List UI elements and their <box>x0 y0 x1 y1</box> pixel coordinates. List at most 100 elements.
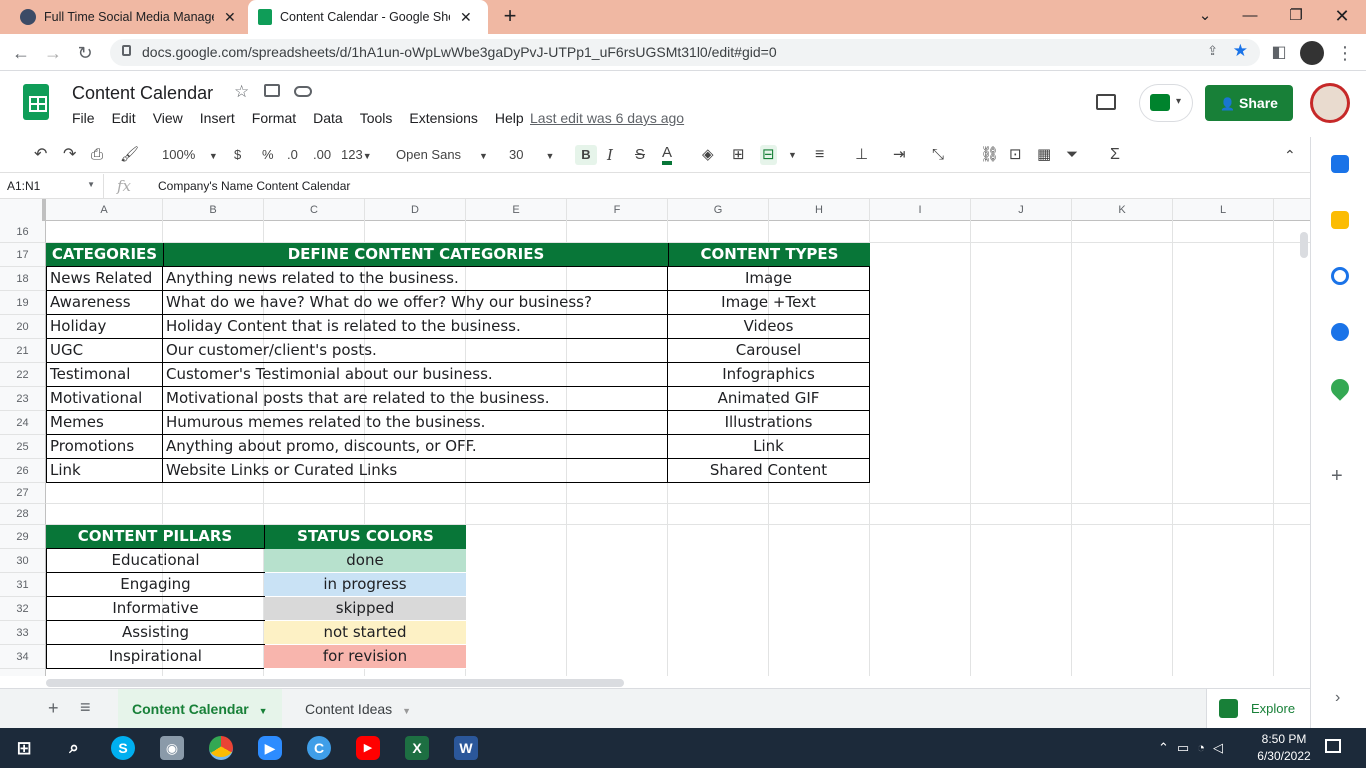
close-tab-icon[interactable]: ✕ <box>224 9 236 26</box>
tab-search-icon[interactable]: ⌄ <box>1185 4 1225 28</box>
star-icon[interactable]: ☆ <box>234 82 249 102</box>
more-formats-button[interactable]: 123▼ <box>341 145 372 165</box>
system-tray-icons[interactable]: ⌃▭◔◁ <box>1158 740 1231 756</box>
category-cell[interactable]: Promotions <box>46 434 163 459</box>
sheets-logo-icon[interactable] <box>23 84 49 120</box>
menu-view[interactable]: View <box>153 110 183 126</box>
content-type-cell[interactable]: Illustrations <box>667 410 870 435</box>
chrome-menu-icon[interactable]: ⋮ <box>1332 40 1358 66</box>
notifications-icon[interactable] <box>1325 739 1341 753</box>
definition-cell[interactable]: Anything news related to the business. <box>162 266 668 291</box>
menu-edit[interactable]: Edit <box>112 110 136 126</box>
increase-decimal-button[interactable]: .00 <box>313 145 331 165</box>
calendar-icon[interactable] <box>1331 155 1349 173</box>
text-rotate-icon[interactable]: ⤡ <box>932 145 944 165</box>
word-icon[interactable]: W <box>454 736 478 760</box>
definition-cell[interactable]: Customer's Testimonial about our busines… <box>162 362 668 387</box>
row-header-27[interactable]: 27 <box>0 483 46 504</box>
row-header-30[interactable]: 30 <box>0 549 46 573</box>
category-cell[interactable]: Testimonal <box>46 362 163 387</box>
content-type-cell[interactable]: Image +Text <box>667 290 870 315</box>
select-all-corner[interactable] <box>0 199 46 221</box>
align-vertical-icon[interactable]: ⊥ <box>855 145 868 165</box>
menu-tools[interactable]: Tools <box>360 110 393 126</box>
content-type-cell[interactable]: Animated GIF <box>667 386 870 411</box>
close-tab-icon[interactable]: ✕ <box>460 9 472 26</box>
definition-cell[interactable]: What do we have? What do we offer? Why o… <box>162 290 668 315</box>
status-color-cell[interactable]: in progress <box>264 573 466 597</box>
column-header-h[interactable]: H <box>769 199 870 221</box>
pillar-cell[interactable]: Engaging <box>46 572 265 597</box>
merge-cells-icon[interactable]: ⊟ <box>760 145 777 165</box>
redo-icon[interactable]: ↷ <box>63 145 76 165</box>
row-header-26[interactable]: 26 <box>0 459 46 483</box>
row-header-19[interactable]: 19 <box>0 291 46 315</box>
header-categories[interactable]: CATEGORIES <box>46 243 163 267</box>
side-panel-icon[interactable]: ◧ <box>1266 40 1292 66</box>
decrease-decimal-button[interactable]: .0 <box>287 145 298 165</box>
keep-icon[interactable] <box>1331 211 1349 229</box>
category-cell[interactable]: News Related <box>46 266 163 291</box>
insert-link-icon[interactable]: ⛓ <box>980 145 999 165</box>
zoom-icon[interactable]: ▶ <box>258 736 282 760</box>
explore-button[interactable]: Explore <box>1206 689 1310 729</box>
clock[interactable]: 8:50 PM 6/30/2022 <box>1250 731 1318 765</box>
row-header-25[interactable]: 25 <box>0 435 46 459</box>
category-cell[interactable]: Motivational <box>46 386 163 411</box>
windows-start-icon[interactable]: ⊞ <box>12 736 36 760</box>
menu-file[interactable]: File <box>72 110 95 126</box>
reload-icon[interactable]: ↻ <box>72 40 98 66</box>
show-side-panel-icon[interactable]: › <box>1335 689 1340 707</box>
header-content-pillars[interactable]: CONTENT PILLARS <box>46 525 264 549</box>
name-box[interactable]: A1:N1 ▼ <box>0 174 104 199</box>
font-select[interactable]: Open Sans ▼ <box>396 145 488 165</box>
definition-cell[interactable]: Our customer/client's posts. <box>162 338 668 363</box>
minimize-icon[interactable]: — <box>1230 4 1270 28</box>
filter-icon[interactable]: ⏷ <box>1066 145 1078 165</box>
row-header-35[interactable] <box>0 669 46 676</box>
definition-cell[interactable]: Motivational posts that are related to t… <box>162 386 668 411</box>
pillar-cell[interactable]: Inspirational <box>46 644 265 669</box>
row-header-20[interactable]: 20 <box>0 315 46 339</box>
row-header-17[interactable]: 17 <box>0 243 46 267</box>
row-header-16[interactable]: 16 <box>0 221 46 243</box>
content-type-cell[interactable]: Link <box>667 434 870 459</box>
meet-icon[interactable]: ▾ <box>1140 85 1192 121</box>
category-cell[interactable]: UGC <box>46 338 163 363</box>
borders-icon[interactable]: ⊞ <box>732 145 745 165</box>
content-type-cell[interactable]: Carousel <box>667 338 870 363</box>
status-color-cell[interactable]: skipped <box>264 597 466 621</box>
text-color-button[interactable]: A <box>662 145 673 165</box>
account-avatar[interactable] <box>1310 83 1350 123</box>
category-cell[interactable]: Holiday <box>46 314 163 339</box>
fill-color-icon[interactable]: ◈ <box>702 145 714 165</box>
font-size-select[interactable]: 30 ▼ <box>509 145 554 165</box>
content-type-cell[interactable]: Infographics <box>667 362 870 387</box>
vertical-scrollbar[interactable] <box>1300 232 1308 258</box>
strikethrough-button[interactable]: S <box>635 145 645 165</box>
horizontal-scrollbar[interactable] <box>46 679 624 687</box>
status-color-cell[interactable]: for revision <box>264 645 466 669</box>
camera-icon[interactable]: ◉ <box>160 736 184 760</box>
row-header-28[interactable]: 28 <box>0 504 46 525</box>
column-header-j[interactable]: J <box>971 199 1072 221</box>
search-icon[interactable]: ⌕ <box>62 736 86 760</box>
document-title[interactable]: Content Calendar <box>72 83 213 104</box>
pillar-cell[interactable]: Educational <box>46 548 265 573</box>
share-button[interactable]: 👤 Share <box>1205 85 1293 121</box>
menu-help[interactable]: Help <box>495 110 524 126</box>
row-header-24[interactable]: 24 <box>0 411 46 435</box>
insert-comment-icon[interactable]: ⊡ <box>1009 145 1022 165</box>
youtube-icon[interactable]: ▶ <box>356 736 380 760</box>
currency-format-button[interactable]: $ <box>234 145 241 165</box>
category-cell[interactable]: Link <box>46 458 163 483</box>
print-icon[interactable]: ⎙ <box>91 145 103 165</box>
all-sheets-icon[interactable]: ≡ <box>80 697 91 718</box>
italic-button[interactable]: I <box>607 145 613 165</box>
definition-cell[interactable]: Website Links or Curated Links <box>162 458 668 483</box>
contacts-icon[interactable] <box>1331 323 1349 341</box>
add-sheet-icon[interactable]: + <box>48 698 59 719</box>
paint-format-icon[interactable]: 🖌 <box>120 145 139 165</box>
restore-icon[interactable]: ❐ <box>1276 4 1316 28</box>
functions-icon[interactable]: Σ <box>1110 145 1120 165</box>
